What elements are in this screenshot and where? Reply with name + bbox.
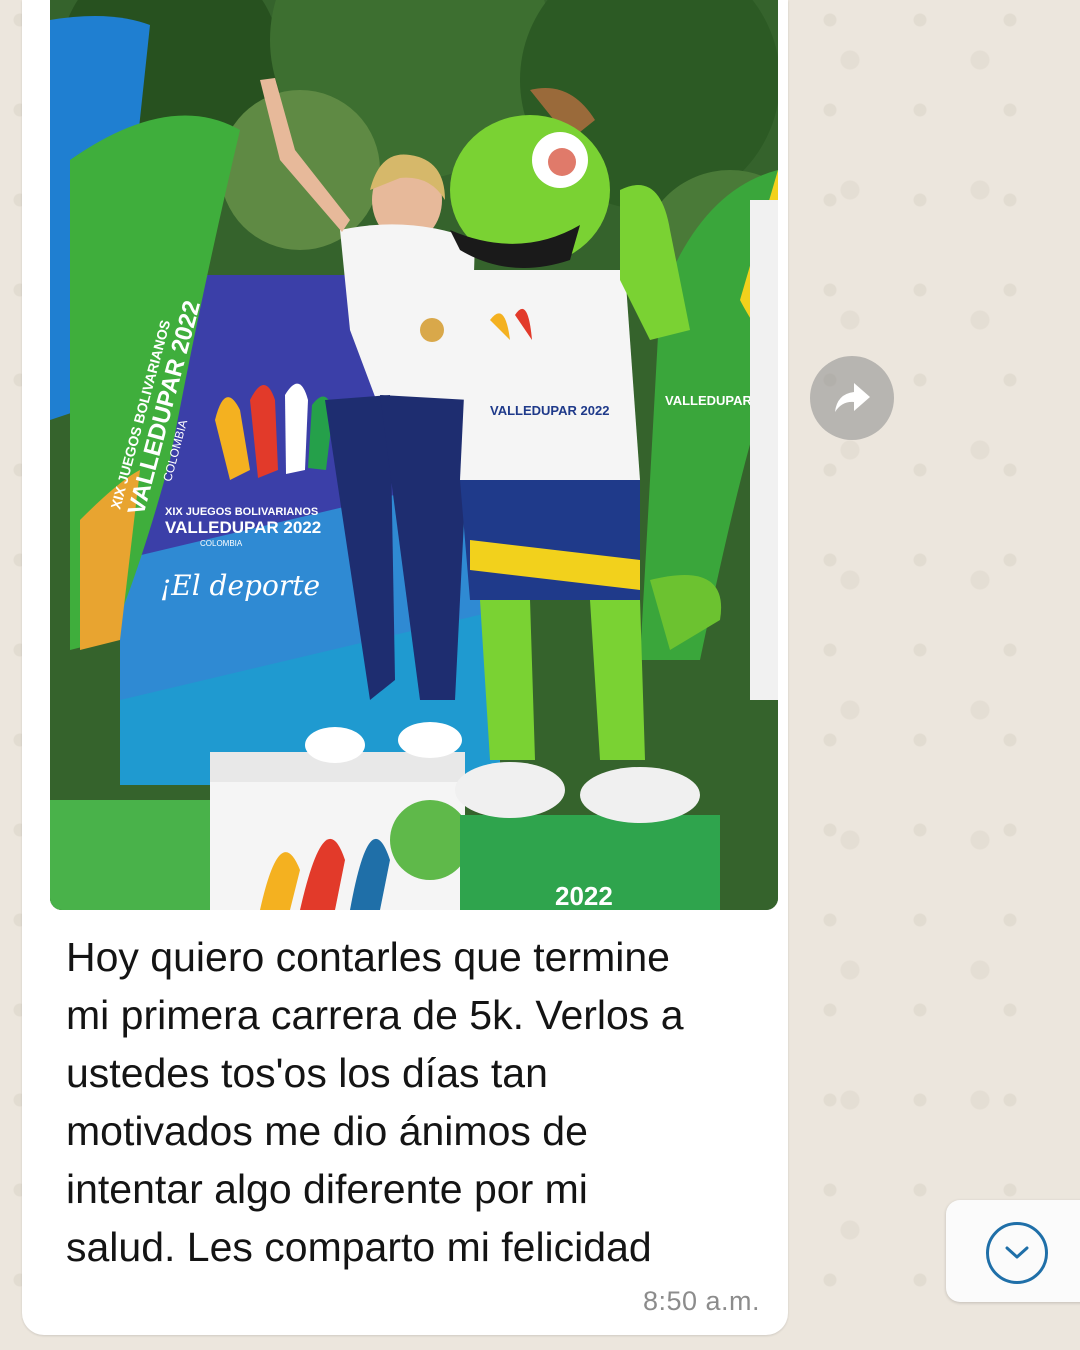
banner-title-line3: COLOMBIA	[200, 539, 243, 548]
forward-button[interactable]	[810, 356, 894, 440]
banner-slogan: ¡El deporte	[160, 569, 320, 602]
banner-title-line2: VALLEDUPAR 2022	[165, 518, 321, 537]
chevron-down-icon	[1005, 1246, 1029, 1259]
message-text: Hoy quiero contarles que termine mi prim…	[66, 934, 684, 1270]
message-timestamp: 8:50 a.m.	[642, 1286, 760, 1316]
mascot-shirt-text: VALLEDUPAR 2022	[490, 403, 609, 418]
scroll-down-circle	[986, 1222, 1048, 1284]
forward-arrow-icon	[835, 383, 870, 412]
message-photo[interactable]: XIX JUEGOS BOLIVARIANOS VALLEDUPAR 2022 …	[50, 0, 778, 910]
message-bubble-tail	[26, 1301, 58, 1321]
podium-year: 2022	[555, 881, 613, 910]
scroll-to-bottom-button[interactable]	[946, 1200, 1080, 1302]
photo-illustration: XIX JUEGOS BOLIVARIANOS VALLEDUPAR 2022 …	[50, 0, 778, 910]
banner-title-line1: XIX JUEGOS BOLIVARIANOS	[165, 506, 318, 518]
